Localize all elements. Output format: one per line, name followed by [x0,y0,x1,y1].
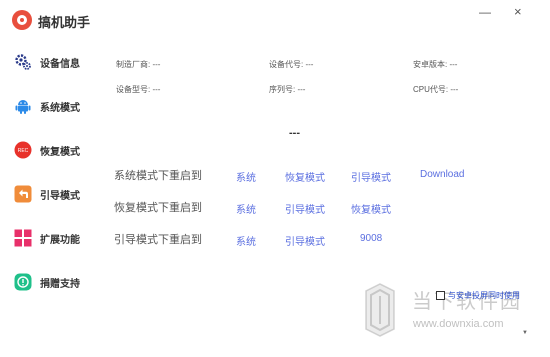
reboot-row-label: 引导模式下重启到 [114,234,202,246]
gear-icon [15,54,31,70]
reboot-row-label: 系统模式下重启到 [114,170,202,182]
sidebar-item-label: 恢复模式 [40,147,80,158]
android-version-label: 安卓版本: --- [413,60,458,69]
cpu-code-label: CPU代号: --- [413,85,459,94]
minimize-icon[interactable]: — [479,6,491,18]
close-icon[interactable]: × [514,4,522,19]
section-separator: --- [289,127,300,139]
reboot-link-recovery[interactable]: 恢复模式 [285,169,325,184]
serial-number-label: 序列号: --- [269,85,306,94]
back-arrow-icon [14,185,32,203]
reboot-link-system[interactable]: 系统 [236,201,256,216]
reboot-link-9008[interactable]: 9008 [360,233,382,244]
checkbox-box[interactable] [436,291,445,301]
watermark-url: www.downxia.com [413,318,504,330]
sidebar: 设备信息 系统模式 REC 恢复模式 引导模式 扩展功能 捐赠支持 [0,40,100,357]
reboot-row-label: 恢复模式下重启到 [114,202,202,214]
screen-mirror-label: 与安卓投屏同时使用 [448,291,520,301]
screen-mirror-checkbox[interactable]: 与安卓投屏同时使用 [436,287,520,301]
watermark-logo-icon [365,283,395,337]
sidebar-item-recovery-mode[interactable]: REC 恢复模式 [0,131,100,171]
android-icon [15,100,31,114]
rec-icon-text: REC [18,148,29,154]
app-title: 搞机助手 [38,15,91,30]
reboot-link-bootloader[interactable]: 引导模式 [351,169,391,184]
sidebar-item-label: 引导模式 [40,191,80,202]
reboot-link-bootloader[interactable]: 引导模式 [285,233,325,248]
sidebar-item-label: 系统模式 [40,103,80,114]
manufacturer-label: 制造厂商: --- [116,60,161,69]
device-model-label: 设备型号: --- [116,85,161,94]
reboot-link-system[interactable]: 系统 [236,169,256,184]
sidebar-item-system-mode[interactable]: 系统模式 [0,87,100,127]
reboot-link-bootloader[interactable]: 引导模式 [285,201,325,216]
donate-icon [14,273,32,291]
scroll-down-icon[interactable]: ▼ [522,330,528,336]
reboot-link-recovery[interactable]: 恢复模式 [351,201,391,216]
rec-icon: REC [14,141,32,159]
sidebar-item-donate[interactable]: 捐赠支持 [0,263,100,303]
grid-icon [14,229,32,247]
device-code-label: 设备代号: --- [269,60,314,69]
sidebar-item-extensions[interactable]: 扩展功能 [0,219,100,259]
title-bar: 搞机助手 — × [0,0,550,40]
sidebar-item-label: 捐赠支持 [40,279,80,290]
sidebar-item-label: 设备信息 [40,59,80,70]
reboot-link-system[interactable]: 系统 [236,233,256,248]
reboot-link-download[interactable]: Download [420,169,464,180]
app-logo-icon [12,10,32,30]
sidebar-item-bootloader-mode[interactable]: 引导模式 [0,175,100,215]
sidebar-item-label: 扩展功能 [40,235,80,246]
sidebar-item-device-info[interactable]: 设备信息 [0,43,100,83]
